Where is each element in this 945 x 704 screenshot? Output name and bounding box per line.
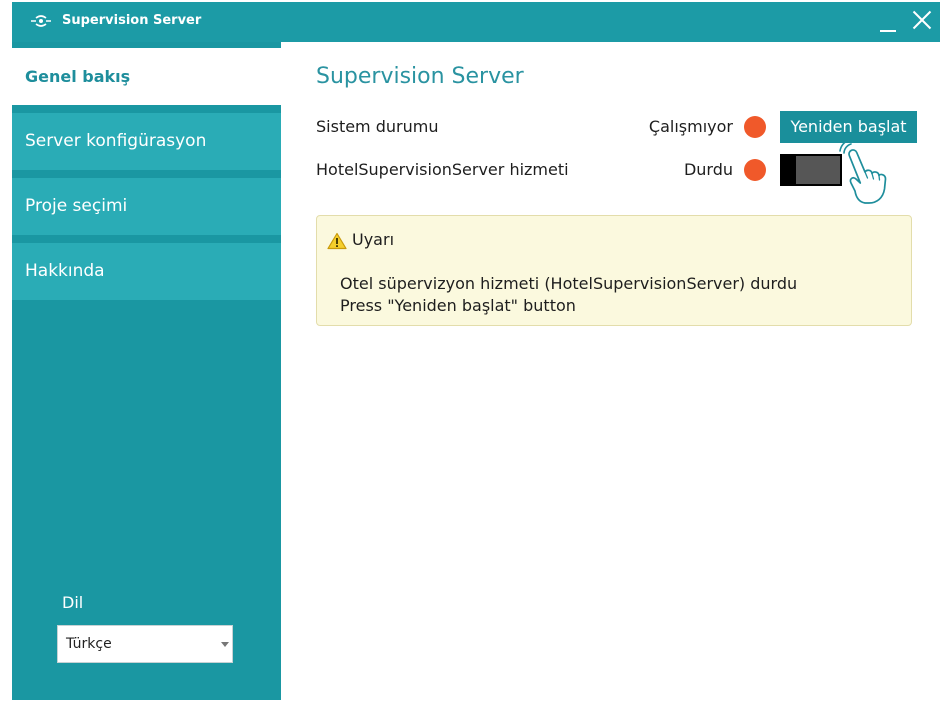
- hand-pointer-icon: [834, 135, 894, 207]
- status-value: Çalışmıyor: [648, 117, 733, 136]
- warning-message-line: Press "Yeniden başlat" button: [340, 296, 576, 315]
- warning-message-line: Otel süpervizyon hizmeti (HotelSupervisi…: [340, 274, 798, 293]
- close-button[interactable]: [905, 2, 939, 42]
- service-value: Durdu: [683, 160, 733, 179]
- supervision-logo-icon: [30, 13, 52, 29]
- status-indicator: [744, 116, 766, 138]
- sidebar: Genel bakış Server konfigürasyon Proje s…: [12, 42, 281, 700]
- service-toggle[interactable]: [780, 154, 842, 186]
- language-select[interactable]: Türkçe: [57, 625, 233, 663]
- sidebar-item-label: Genel bakış: [25, 67, 131, 86]
- minimize-icon: [880, 30, 896, 32]
- warning-title: Uyarı: [352, 230, 395, 249]
- main-panel: Supervision Server Sistem durumu Çalışmı…: [281, 42, 940, 700]
- sidebar-item-label: Proje seçimi: [25, 196, 128, 216]
- language-label: Dil: [62, 593, 84, 612]
- service-indicator: [744, 159, 766, 181]
- chevron-down-icon: [221, 642, 229, 647]
- toggle-knob: [780, 154, 796, 186]
- sidebar-item-label: Server konfigürasyon: [25, 131, 207, 151]
- warning-icon: [327, 232, 347, 250]
- sidebar-item-hakkinda[interactable]: Hakkında: [12, 243, 281, 300]
- sidebar-item-genel-bakis[interactable]: Genel bakış: [12, 48, 281, 105]
- status-label: Sistem durumu: [316, 117, 439, 136]
- window-title: Supervision Server: [62, 13, 202, 28]
- service-label: HotelSupervisionServer hizmeti: [316, 160, 569, 179]
- page-title: Supervision Server: [316, 64, 524, 89]
- app-window: Supervision Server Genel bakış Server ko…: [12, 2, 940, 700]
- sidebar-item-server-konfigurasyon[interactable]: Server konfigürasyon: [12, 113, 281, 170]
- minimize-button[interactable]: [871, 2, 905, 42]
- warning-box: Uyarı Otel süpervizyon hizmeti (HotelSup…: [316, 215, 912, 326]
- sidebar-item-proje-secimi[interactable]: Proje seçimi: [12, 178, 281, 235]
- close-icon: [912, 10, 932, 30]
- title-bar[interactable]: Supervision Server: [12, 2, 940, 42]
- language-selected-value: Türkçe: [66, 636, 112, 652]
- sidebar-item-label: Hakkında: [25, 261, 105, 281]
